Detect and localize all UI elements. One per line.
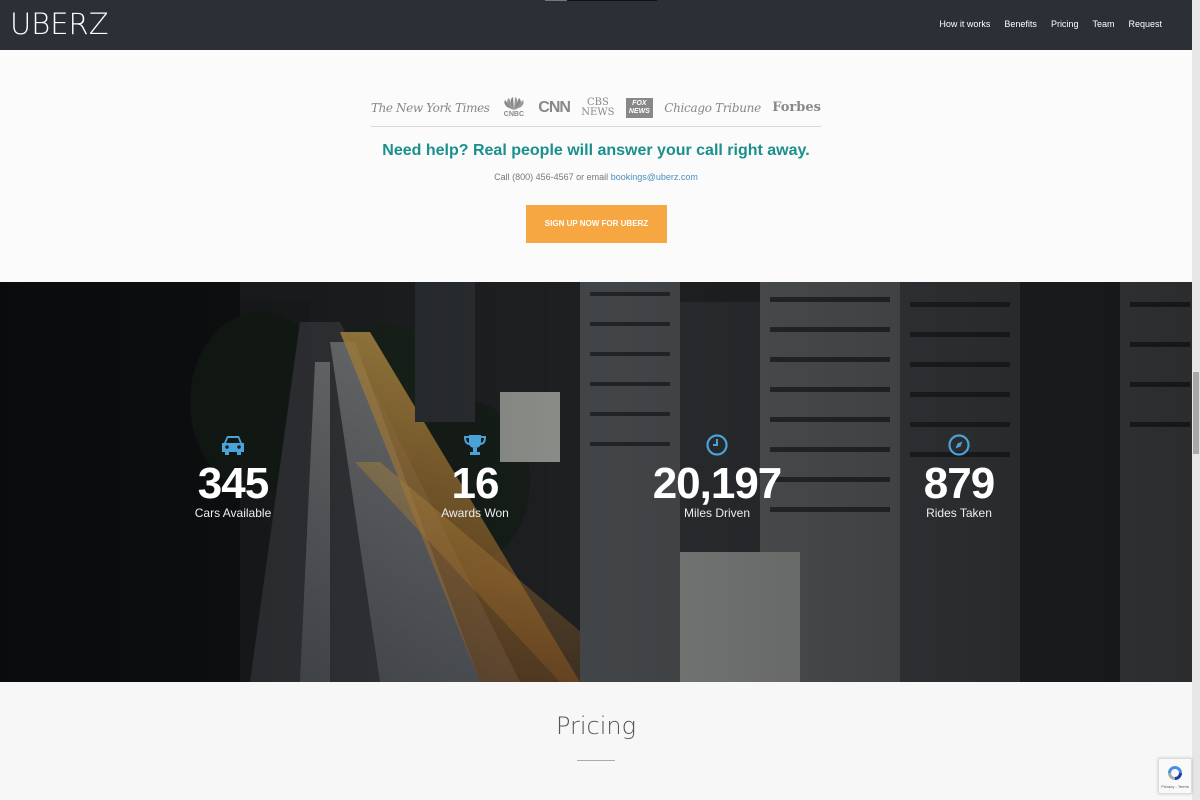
chicago-tribune-logo: Chicago Tribune bbox=[664, 100, 761, 115]
signup-button[interactable]: SIGN UP NOW FOR UBERZ bbox=[526, 205, 667, 243]
press-section: The New York Times CNBC CNN CBS NEWS FOX… bbox=[0, 50, 1200, 282]
scrollbar-thumb[interactable] bbox=[1193, 372, 1199, 454]
stat-miles-driven: 20,197 Miles Driven bbox=[617, 432, 817, 520]
stat-value: 20,197 bbox=[652, 459, 783, 508]
nav-link-benefits[interactable]: Benefits bbox=[1004, 19, 1037, 29]
help-contact-line: Call (800) 456-4567 or email bookings@ub… bbox=[0, 172, 1192, 182]
stat-label: Cars Available bbox=[194, 506, 272, 520]
stat-value: 16 bbox=[451, 459, 500, 508]
pricing-section: Pricing bbox=[0, 682, 1200, 800]
car-icon bbox=[133, 432, 333, 458]
fox-text: FOX bbox=[632, 99, 647, 107]
stat-rides-taken: 879 Rides Taken bbox=[859, 432, 1059, 520]
stat-cars-available: 345 Cars Available bbox=[133, 432, 333, 520]
fox-news-text: NEWS bbox=[628, 107, 650, 115]
cbs-news-text: NEWS bbox=[581, 106, 615, 118]
cnn-logo: CNN bbox=[538, 98, 571, 116]
navbar: UBERZ How it works Benefits Pricing Team… bbox=[0, 0, 1200, 50]
page-scrollbar[interactable] bbox=[1192, 0, 1200, 800]
stat-value: 879 bbox=[923, 459, 995, 508]
stat-label: Awards Won bbox=[441, 506, 509, 520]
nyt-logo: The New York Times bbox=[371, 100, 490, 115]
stat-label: Miles Driven bbox=[683, 506, 750, 520]
forbes-logo: Forbes bbox=[772, 100, 821, 115]
pricing-title: Pricing bbox=[555, 712, 637, 740]
cnbc-logo: CNBC bbox=[501, 97, 527, 118]
pricing-divider bbox=[577, 760, 615, 761]
email-link[interactable]: bookings@uberz.com bbox=[611, 172, 698, 182]
peacock-icon bbox=[504, 97, 524, 110]
nav-links: How it works Benefits Pricing Team Reque… bbox=[925, 19, 1162, 29]
trophy-icon bbox=[375, 432, 575, 458]
stat-label: Rides Taken bbox=[926, 506, 992, 520]
recaptcha-terms[interactable]: Privacy - Terms bbox=[1161, 784, 1188, 789]
stat-awards-won: 16 Awards Won bbox=[375, 432, 575, 520]
nav-link-request[interactable]: Request bbox=[1128, 19, 1162, 29]
nav-link-pricing[interactable]: Pricing bbox=[1051, 19, 1079, 29]
stat-value: 345 bbox=[197, 459, 269, 508]
recaptcha-icon bbox=[1168, 765, 1182, 780]
recaptcha-badge[interactable]: Privacy - Terms bbox=[1158, 758, 1192, 794]
nav-link-how-it-works[interactable]: How it works bbox=[939, 19, 990, 29]
brand-logo[interactable]: UBERZ bbox=[10, 7, 109, 41]
nav-link-team[interactable]: Team bbox=[1092, 19, 1114, 29]
fox-news-logo: FOX NEWS bbox=[625, 97, 653, 118]
cbs-news-logo: CBS NEWS bbox=[581, 97, 615, 118]
clock-icon bbox=[617, 432, 817, 458]
cnbc-text: CNBC bbox=[503, 111, 525, 118]
tab-indicator bbox=[545, 0, 657, 1]
stats-section: 345 Cars Available 16 Awards Won 20,197 … bbox=[0, 282, 1200, 682]
help-heading: Need help? Real people will answer your … bbox=[382, 142, 810, 159]
press-logos: The New York Times CNBC CNN CBS NEWS FOX… bbox=[371, 91, 821, 127]
help-phone-text: Call (800) 456-4567 or email bbox=[494, 172, 611, 182]
compass-icon bbox=[859, 432, 1059, 458]
